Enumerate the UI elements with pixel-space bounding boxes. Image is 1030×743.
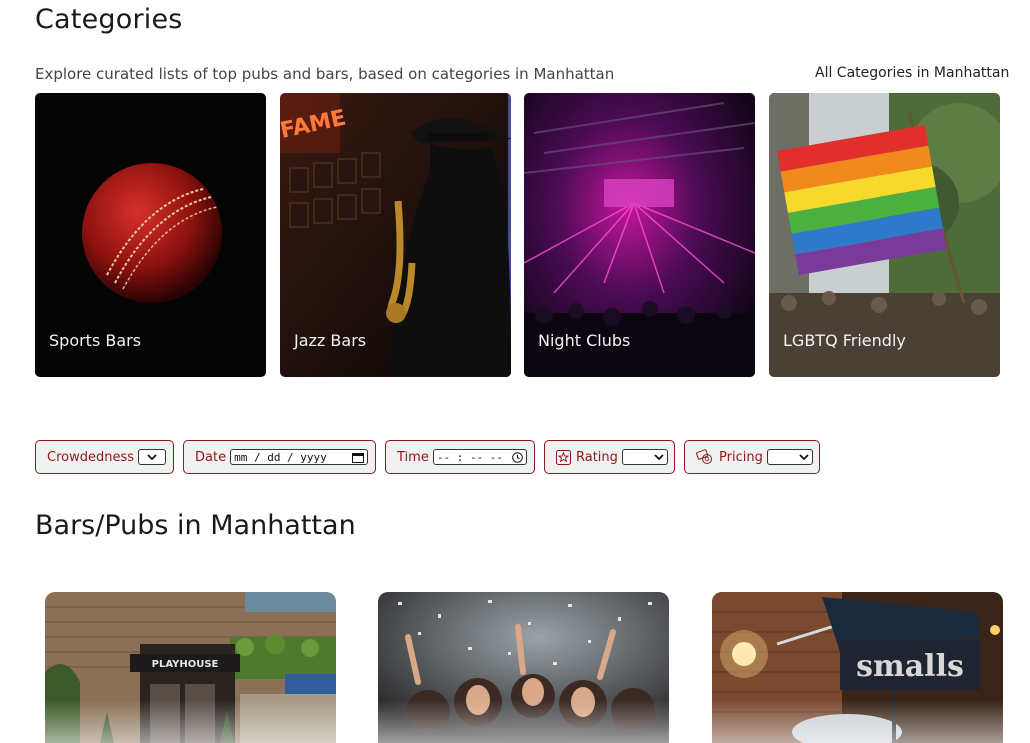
rating-filter[interactable]: Rating bbox=[544, 440, 675, 474]
chevron-down-icon bbox=[799, 453, 809, 460]
pricing-label: Pricing bbox=[719, 449, 763, 465]
category-card-jazz-bars[interactable]: FAME Jazz Bars bbox=[280, 93, 511, 377]
pricing-select[interactable] bbox=[766, 449, 813, 465]
star-icon bbox=[556, 449, 571, 465]
time-filter[interactable]: Time -- : -- -- bbox=[385, 440, 535, 474]
playhouse-building-image: PLAYHOUSE bbox=[45, 592, 336, 743]
time-label: Time bbox=[397, 449, 429, 465]
crowdedness-filter[interactable]: Crowdedness bbox=[35, 440, 174, 474]
money-icon bbox=[696, 449, 712, 464]
category-label: Sports Bars bbox=[49, 331, 142, 350]
chevron-down-icon bbox=[147, 453, 157, 460]
time-placeholder: -- : -- -- bbox=[436, 450, 504, 464]
category-label: Jazz Bars bbox=[294, 331, 367, 350]
date-input[interactable]: mm / dd / yyyy bbox=[230, 449, 369, 465]
confetti-party-image bbox=[378, 592, 669, 743]
pricing-filter[interactable]: Pricing bbox=[684, 440, 820, 474]
smalls-sign: smalls bbox=[856, 649, 964, 684]
bar-card-playhouse[interactable]: PLAYHOUSE bbox=[45, 592, 336, 743]
bar-card-party[interactable] bbox=[378, 592, 669, 743]
category-card-lgbtq-friendly[interactable]: LGBTQ Friendly bbox=[769, 93, 1000, 377]
calendar-icon[interactable] bbox=[352, 452, 365, 463]
date-label: Date bbox=[195, 449, 227, 465]
playhouse-sign: PLAYHOUSE bbox=[152, 659, 219, 670]
crowdedness-select[interactable] bbox=[138, 449, 167, 465]
categories-title: Categories bbox=[35, 4, 183, 35]
bar-card-smalls[interactable]: smalls bbox=[712, 592, 1003, 743]
categories-subtitle: Explore curated lists of top pubs and ba… bbox=[35, 65, 615, 83]
category-label: Night Clubs bbox=[538, 331, 631, 350]
date-filter[interactable]: Date mm / dd / yyyy bbox=[183, 440, 376, 474]
rating-select[interactable] bbox=[621, 449, 668, 465]
crowdedness-label: Crowdedness bbox=[47, 449, 135, 465]
time-input[interactable]: -- : -- -- bbox=[432, 449, 527, 465]
all-categories-link[interactable]: All Categories in Manhattan bbox=[815, 65, 1009, 81]
smalls-sign-image: smalls bbox=[712, 592, 1003, 743]
chevron-down-icon bbox=[654, 453, 664, 460]
rating-label: Rating bbox=[576, 449, 618, 465]
category-card-night-clubs[interactable]: Night Clubs bbox=[524, 93, 755, 377]
bars-section-title: Bars/Pubs in Manhattan bbox=[35, 510, 356, 541]
category-label: LGBTQ Friendly bbox=[783, 331, 906, 350]
date-placeholder: mm / dd / yyyy bbox=[234, 450, 327, 464]
category-card-sports-bars[interactable]: Sports Bars bbox=[35, 93, 266, 377]
clock-icon[interactable] bbox=[512, 451, 523, 463]
